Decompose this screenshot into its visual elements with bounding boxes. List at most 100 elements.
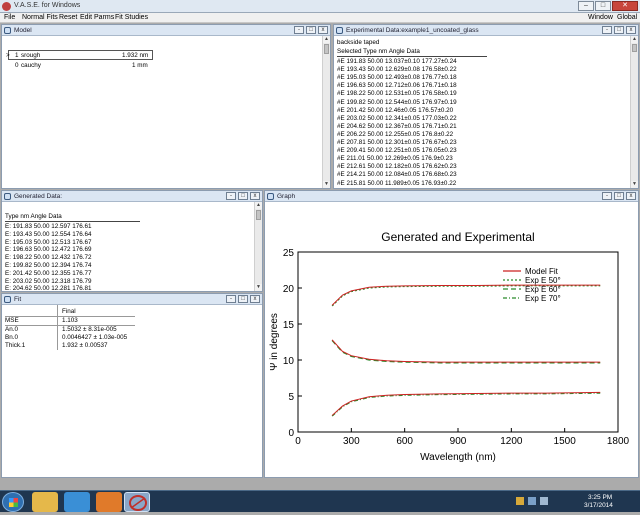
app-window: V.A.S.E. for Windows – □ ✕ File Normal F… (0, 0, 640, 512)
panel-minimize-button[interactable]: - (602, 192, 612, 200)
scroll-up-icon[interactable]: ▲ (631, 36, 638, 43)
scroll-down-icon[interactable]: ▼ (631, 181, 638, 188)
internet-explorer-icon[interactable] (64, 492, 90, 512)
generated-data-row[interactable]: E: 196.63 50.00 12.472 176.69 (5, 246, 91, 253)
experimental-data-row[interactable]: #E 212.61 50.00 12.182±0.05 176.62±0.23 (337, 163, 457, 170)
generated-data-row[interactable]: E: 201.42 50.00 12.355 176.77 (5, 270, 91, 277)
generated-panel-title: Generated Data: (14, 193, 63, 200)
model-row-index: 1 (15, 52, 19, 59)
firefox-icon[interactable] (96, 492, 122, 512)
fit-panel-titlebar: Fit - □ x (2, 294, 262, 305)
model-scrollbar[interactable]: ▲ ▼ (322, 36, 330, 188)
panel-restore-button[interactable]: □ (238, 192, 248, 200)
legend-entry: Exp E 70° (525, 294, 561, 303)
generated-data-panel: Generated Data: - □ x Type nm Angle Data… (1, 190, 263, 292)
experimental-data-row[interactable]: #E 204.62 50.00 12.367±0.05 176.71±0.21 (337, 123, 457, 130)
experimental-data-row[interactable]: #E 199.82 50.00 12.544±0.05 176.97±0.19 (337, 99, 457, 106)
explorer-icon[interactable] (32, 492, 58, 512)
panel-restore-button[interactable]: □ (614, 26, 624, 34)
model-row-value: 1 mm (132, 62, 148, 69)
experimental-data-row[interactable]: #E 206.22 50.00 12.255±0.05 176.8±0.22 (337, 131, 453, 138)
app-icon (2, 2, 11, 11)
x-axis-label: Wavelength (nm) (420, 452, 496, 463)
fit-panel: Fit - □ x Final MSE 1.103 An.0 1.5032 ± … (1, 293, 263, 478)
app-title: V.A.S.E. for Windows (14, 2, 81, 9)
menu-file[interactable]: File (4, 14, 15, 21)
generated-data-row[interactable]: E: 195.03 50.00 12.513 176.67 (5, 239, 91, 246)
maximize-button[interactable]: □ (595, 1, 611, 11)
header-divider (337, 56, 487, 57)
generated-scrollbar[interactable]: ▲ ▼ (254, 202, 262, 291)
panel-minimize-button[interactable]: - (226, 295, 236, 303)
panel-restore-button[interactable]: □ (238, 295, 248, 303)
scroll-thumb[interactable] (324, 44, 329, 54)
experimental-data-row[interactable]: #E 191.83 50.00 13.037±0.10 177.27±0.24 (337, 58, 457, 65)
generated-data-row[interactable]: E: 191.83 50.00 12.597 176.61 (5, 223, 91, 230)
menu-edit-parms[interactable]: Edit Parms (80, 14, 114, 21)
panel-close-button[interactable]: x (318, 26, 328, 34)
generated-data-row[interactable]: E: 193.43 50.00 12.554 176.64 (5, 231, 91, 238)
x-tick-label: 1200 (500, 436, 523, 447)
panel-restore-button[interactable]: □ (306, 26, 316, 34)
scroll-up-icon[interactable]: ▲ (323, 36, 330, 43)
network-icon[interactable] (528, 497, 536, 505)
menu-global[interactable]: Global (617, 14, 637, 21)
experimental-data-row[interactable]: #E 211.01 50.00 12.269±0.05 176.9±0.23 (337, 155, 453, 162)
start-button[interactable] (2, 492, 24, 512)
experimental-data-row[interactable]: #E 209.41 50.00 12.251±0.05 176.05±0.23 (337, 147, 457, 154)
close-button[interactable]: ✕ (612, 1, 638, 11)
experimental-panel-titlebar: Experimental Data:example1_uncoated_glas… (334, 25, 638, 36)
experimental-data-row[interactable]: #E 196.63 50.00 12.712±0.06 176.71±0.18 (337, 82, 457, 89)
menu-reset[interactable]: Reset (59, 14, 77, 21)
model-row-name: cauchy (21, 62, 41, 69)
experimental-subtitle: backside taped (337, 39, 380, 46)
panel-close-button[interactable]: x (250, 295, 260, 303)
fit-col-header: Final (62, 308, 76, 315)
header-divider (5, 221, 140, 222)
scroll-down-icon[interactable]: ▼ (323, 181, 330, 188)
menu-fit-studies[interactable]: Fit Studies (115, 14, 148, 21)
generated-data-row[interactable]: E: 204.62 50.00 12.281 176.81 (5, 285, 91, 291)
menu-window[interactable]: Window (588, 14, 613, 21)
volume-icon[interactable] (540, 497, 548, 505)
panel-restore-button[interactable]: □ (614, 192, 624, 200)
scroll-up-icon[interactable]: ▲ (255, 202, 262, 209)
scroll-thumb[interactable] (632, 44, 637, 52)
fit-row-value: 0.0046427 ± 1.03e-005 (62, 334, 128, 341)
scroll-thumb[interactable] (256, 210, 261, 220)
experimental-data-row[interactable]: #E 207.81 50.00 12.301±0.05 176.67±0.23 (337, 139, 457, 146)
experimental-data-row[interactable]: #E 195.03 50.00 12.493±0.08 176.77±0.18 (337, 74, 457, 81)
panel-close-button[interactable]: x (250, 192, 260, 200)
experimental-data-row[interactable]: #E 193.43 50.00 12.629±0.08 176.58±0.22 (337, 66, 457, 73)
experimental-scrollbar[interactable]: ▲ ▼ (630, 36, 638, 188)
experimental-data-row[interactable]: #E 201.42 50.00 12.46±0.05 176.57±0.20 (337, 107, 453, 114)
experimental-data-row[interactable]: #E 203.02 50.00 12.341±0.05 177.03±0.22 (337, 115, 457, 122)
fit-row-label: An.0 (5, 326, 18, 333)
panel-close-button[interactable]: x (626, 192, 636, 200)
clock-date: 3/17/2014 (584, 502, 613, 509)
panel-close-button[interactable]: x (626, 26, 636, 34)
minimize-button[interactable]: – (578, 1, 594, 11)
panel-minimize-button[interactable]: - (294, 26, 304, 34)
panel-icon (336, 27, 343, 34)
fit-row-label: MSE (5, 317, 19, 324)
menu-normal-fits[interactable]: Normal Fits (22, 14, 58, 21)
scroll-down-icon[interactable]: ▼ (255, 284, 262, 291)
experimental-data-row[interactable]: #E 214.21 50.00 12.084±0.05 176.68±0.23 (337, 171, 457, 178)
tray-icon[interactable] (516, 497, 524, 505)
plot-area (297, 251, 619, 433)
generated-data-row[interactable]: E: 198.22 50.00 12.432 176.72 (5, 254, 91, 261)
experimental-data-row[interactable]: #E 215.81 50.00 11.989±0.05 176.93±0.22 (337, 180, 456, 187)
panel-minimize-button[interactable]: - (602, 26, 612, 34)
y-tick-label: 25 (283, 248, 295, 259)
model-fit-line (331, 391, 601, 416)
generated-data-row[interactable]: E: 199.82 50.00 12.394 176.74 (5, 262, 91, 269)
model-row-marker: > (6, 52, 10, 59)
generated-data-row[interactable]: E: 203.02 50.00 12.318 176.79 (5, 278, 91, 285)
experimental-data-row[interactable]: #E 198.22 50.00 12.531±0.05 176.58±0.19 (337, 90, 457, 97)
clock-time: 3:25 PM (588, 494, 613, 501)
y-tick-label: 5 (288, 392, 294, 403)
generated-column-header: Type nm Angle Data (5, 213, 62, 220)
vase-taskbar-icon[interactable] (124, 492, 150, 512)
panel-minimize-button[interactable]: - (226, 192, 236, 200)
